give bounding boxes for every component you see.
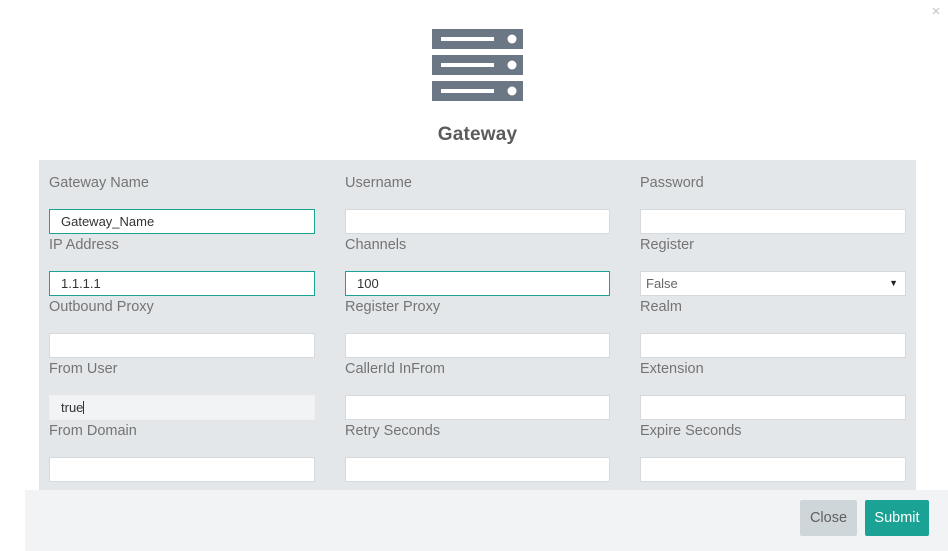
outbound-proxy-label: Outbound Proxy [49,299,154,315]
channels-input[interactable]: 100 [345,271,610,296]
channels-field: Channels 100 [345,234,610,296]
expire-seconds-field: Expire Seconds [640,420,906,482]
caret-down-icon: ▼ [889,278,898,288]
register-label: Register [640,237,694,253]
from-user-input[interactable]: true [49,395,315,420]
expire-seconds-label: Expire Seconds [640,423,742,439]
from-user-field: From User true [49,358,315,420]
retry-seconds-label: Retry Seconds [345,423,441,439]
register-proxy-field: Register Proxy [345,296,610,358]
gateway-name-field: Gateway Name Gateway_Name [49,172,315,234]
from-domain-input[interactable] [49,457,315,482]
realm-label: Realm [640,299,682,315]
username-field: Username [345,172,610,234]
extension-field: Extension [640,358,906,420]
expire-seconds-input[interactable] [640,457,906,482]
register-select[interactable]: False ▼ [640,271,906,296]
realm-field: Realm [640,296,906,358]
from-user-value: true [61,400,84,415]
password-label: Password [640,175,704,191]
retry-seconds-input[interactable] [345,457,610,482]
password-field: Password [640,172,906,234]
username-input[interactable] [345,209,610,234]
from-user-label: From User [49,361,118,377]
username-label: Username [345,175,412,191]
extension-label: Extension [640,361,704,377]
text-cursor [83,401,85,414]
server-icon [432,29,523,101]
callerid-infrom-field: CallerId InFrom [345,358,610,420]
extension-input[interactable] [640,395,906,420]
gateway-name-label: Gateway Name [49,175,149,191]
dialog-title: Gateway [437,124,518,145]
close-button[interactable]: Close [800,500,857,536]
from-domain-label: From Domain [49,423,137,439]
submit-button[interactable]: Submit [865,500,929,536]
gateway-name-input[interactable]: Gateway_Name [49,209,315,234]
outbound-proxy-input[interactable] [49,333,315,358]
register-proxy-input[interactable] [345,333,610,358]
register-proxy-label: Register Proxy [345,299,441,315]
retry-seconds-field: Retry Seconds [345,420,610,482]
register-field: Register False ▼ [640,234,906,296]
channels-label: Channels [345,237,407,253]
close-icon[interactable]: × [929,4,943,19]
ip-address-input[interactable]: 1.1.1.1 [49,271,315,296]
ip-address-label: IP Address [49,237,119,253]
gateway-dialog: × Gateway Gateway Name Gateway_Name User… [0,0,948,551]
callerid-infrom-input[interactable] [345,395,610,420]
ip-address-field: IP Address 1.1.1.1 [49,234,315,296]
password-input[interactable] [640,209,906,234]
register-selected-value: False [646,276,678,291]
callerid-infrom-label: CallerId InFrom [345,361,445,377]
outbound-proxy-field: Outbound Proxy [49,296,315,358]
realm-input[interactable] [640,333,906,358]
from-domain-field: From Domain [49,420,315,482]
